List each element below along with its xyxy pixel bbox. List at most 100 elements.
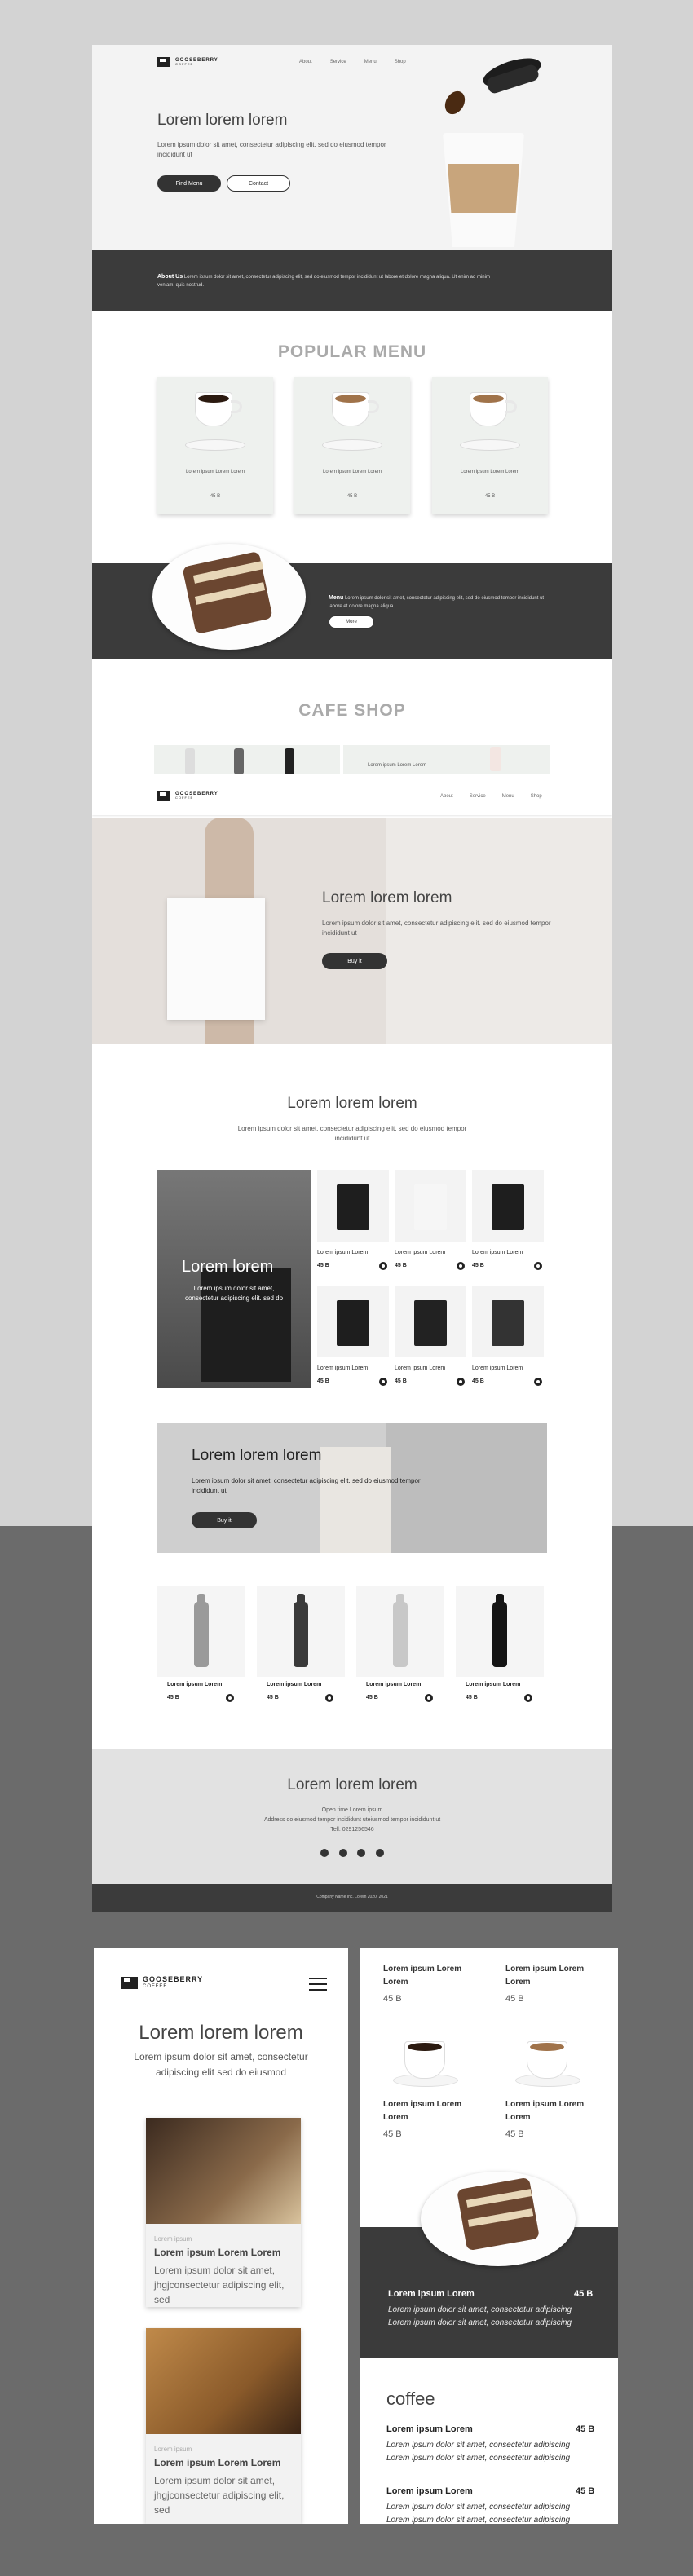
bottle-price: 45 B	[466, 1695, 478, 1700]
more-button[interactable]: More	[329, 615, 374, 629]
add-to-cart-icon[interactable]	[325, 1694, 333, 1702]
nav-menu[interactable]: Menu	[502, 794, 514, 799]
feature-card[interactable]: Lorem lorem Lorem ipsum dolor sit amet, …	[157, 1170, 311, 1388]
add-to-cart-icon[interactable]	[425, 1694, 433, 1702]
cafe-shop-card[interactable]: Lorem ipsum Lorem Lorem	[343, 745, 550, 774]
contact-tel: Tell: 0291256546	[330, 1827, 374, 1833]
menu-item-name: Lorem ipsum Lorem Lorem	[505, 2100, 585, 2122]
top-nav: About Service Menu Shop	[299, 60, 406, 64]
coffee-cup-image	[393, 2033, 458, 2090]
contact-address: Address do eiusmod tempor incididunt ute…	[263, 1817, 441, 1823]
nav-shop[interactable]: Shop	[395, 60, 406, 64]
bottle-card[interactable]	[257, 1586, 345, 1677]
add-to-cart-icon[interactable]	[534, 1262, 542, 1270]
mobile-card[interactable]: Lorem ipsum Lorem ipsum Lorem Lorem Lore…	[146, 2328, 301, 2524]
cafe-shop-card[interactable]	[154, 745, 340, 774]
coffee-section-title: coffee	[386, 2389, 435, 2409]
menu-item-name: Lorem ipsum Lorem Lorem	[383, 2100, 462, 2122]
find-menu-button[interactable]: Find Menu	[157, 175, 221, 192]
nav-about[interactable]: About	[299, 60, 312, 64]
popular-menu-title: POPULAR MENU	[277, 342, 427, 361]
product-price: 45 B	[317, 1378, 329, 1384]
add-to-cart-icon[interactable]	[534, 1378, 542, 1386]
product-price: 45 B	[472, 1378, 484, 1384]
logo[interactable]: GOOSEBERRY COFFEE	[157, 57, 218, 67]
nav-service[interactable]: Service	[470, 794, 486, 799]
shop-hero-title: Lorem lorem lorem	[322, 889, 452, 906]
product-image[interactable]	[472, 1170, 544, 1242]
mobile-menu-screen: Lorem ipsum Lorem Lorem 45 B Lorem ipsum…	[360, 1948, 618, 2524]
product-price: 45 B	[395, 1378, 407, 1384]
bottle-card[interactable]	[356, 1586, 444, 1677]
add-to-cart-icon[interactable]	[524, 1694, 532, 1702]
coffee-item-name: Lorem ipsum Lorem	[386, 2486, 473, 2496]
card-tag: Lorem ipsum	[154, 2446, 192, 2453]
menu-item-price: 45 B	[505, 2129, 524, 2139]
product-bag-image	[337, 1184, 369, 1230]
social-links	[92, 1846, 612, 1861]
menu-card[interactable]: Lorem ipsum Lorem Lorem 45 B	[432, 377, 548, 514]
facebook-icon[interactable]	[338, 1849, 347, 1857]
promo-banner: Lorem lorem lorem Lorem ipsum dolor sit …	[157, 1423, 547, 1553]
menu-card[interactable]: Lorem ipsum Lorem Lorem 45 B	[157, 377, 273, 514]
card-text: Lorem ipsum dolor sit amet, jhgjconsecte…	[154, 2475, 285, 2516]
dark-item-name: Lorem ipsum Lorem	[388, 2289, 475, 2299]
add-to-cart-icon[interactable]	[457, 1262, 465, 1270]
hero-section: GOOSEBERRY COFFEE About Service Menu Sho…	[92, 45, 612, 250]
product-image[interactable]	[472, 1286, 544, 1357]
product-image[interactable]	[317, 1286, 389, 1357]
coffee-item-price: 45 B	[576, 2424, 595, 2434]
hero-text: Lorem ipsum dolor sit amet, consectetur …	[157, 141, 386, 158]
product-price: 45 B	[472, 1263, 484, 1268]
brand-tag: COFFEE	[175, 62, 194, 67]
about-label: About Us	[157, 274, 183, 280]
phone-icon[interactable]	[375, 1849, 384, 1857]
add-to-cart-icon[interactable]	[226, 1694, 234, 1702]
menu-item-name: Lorem ipsum Lorem Lorem	[185, 470, 245, 474]
brand-tag: COFFEE	[175, 796, 194, 801]
buy-button[interactable]: Buy it	[322, 953, 387, 969]
product-name: Lorem ipsum Lorem	[395, 1365, 446, 1371]
contact-button[interactable]: Contact	[227, 175, 290, 192]
mobile-logo[interactable]: GOOSEBERRY COFFEE	[121, 1975, 204, 1989]
product-image[interactable]	[395, 1286, 466, 1357]
logo-icon	[121, 1976, 138, 1989]
nav-service[interactable]: Service	[330, 60, 346, 64]
add-to-cart-icon[interactable]	[379, 1378, 387, 1386]
brand-name: GOOSEBERRY	[143, 1975, 204, 1983]
footer: Company Name Inc. Lorem 2020. 2021	[92, 1884, 612, 1912]
banner-text: Lorem ipsum dolor sit amet, consectetur …	[192, 1477, 421, 1494]
shop-nav: About Service Menu Shop	[440, 794, 542, 799]
coffee-item-text: Lorem ipsum dolor sit amet, consectetur …	[386, 2516, 571, 2524]
contact-hours: Open time Lorem ipsum	[321, 1807, 383, 1813]
mail-icon[interactable]	[357, 1849, 366, 1857]
add-to-cart-icon[interactable]	[379, 1262, 387, 1270]
shop-hero: Lorem lorem lorem Lorem ipsum dolor sit …	[92, 818, 612, 1044]
barista-image	[146, 2118, 301, 2224]
contact-title: Lorem lorem lorem	[287, 1776, 417, 1793]
product-image[interactable]	[395, 1170, 466, 1242]
banner-buy-button[interactable]: Buy it	[192, 1512, 257, 1528]
nav-menu[interactable]: Menu	[364, 60, 377, 64]
espresso-portafilter-image	[146, 2328, 301, 2434]
instagram-icon[interactable]	[320, 1849, 329, 1857]
desktop-page: GOOSEBERRY COFFEE About Service Menu Sho…	[92, 45, 612, 1912]
coffee-item-text: Lorem ipsum dolor sit amet, consectetur …	[386, 2503, 571, 2512]
logo[interactable]: GOOSEBERRY COFFEE	[157, 791, 218, 801]
add-to-cart-icon[interactable]	[457, 1378, 465, 1386]
about-section: About Us Lorem ipsum dolor sit amet, con…	[92, 250, 612, 311]
product-name: Lorem ipsum Lorem	[317, 1365, 369, 1371]
bottle-card[interactable]	[157, 1586, 245, 1677]
product-image[interactable]	[317, 1170, 389, 1242]
menu-card[interactable]: Lorem ipsum Lorem Lorem 45 B	[294, 377, 410, 514]
nav-about[interactable]: About	[440, 794, 453, 799]
hamburger-menu-icon[interactable]	[309, 1978, 327, 1991]
menu-item-name: Lorem ipsum Lorem Lorem	[322, 470, 382, 474]
nav-shop[interactable]: Shop	[531, 794, 542, 799]
mobile-card[interactable]: Lorem ipsum Lorem ipsum Lorem Lorem Lore…	[146, 2118, 301, 2307]
feature-title: Lorem lorem	[182, 1258, 274, 1276]
card-title: Lorem ipsum Lorem Lorem	[154, 2247, 281, 2258]
bottle-price: 45 B	[366, 1695, 378, 1700]
menu-item-name: Lorem ipsum Lorem Lorem	[460, 470, 520, 474]
bottle-card[interactable]	[456, 1586, 544, 1677]
